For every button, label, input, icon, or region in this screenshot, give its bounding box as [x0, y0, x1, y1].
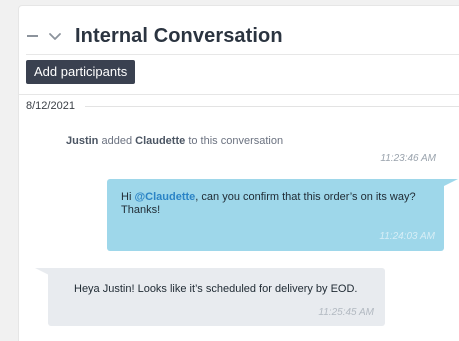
message-prefix: Hi: [121, 191, 135, 203]
date-divider-line: [84, 106, 459, 107]
message-bubble-incoming: Heya Justin! Looks like it’s scheduled f…: [48, 268, 385, 326]
header-divider: [26, 54, 459, 55]
system-actor: Justin: [66, 135, 99, 147]
mention-link[interactable]: @Claudette: [134, 191, 195, 203]
message-bubble-outgoing: Hi @Claudette, can you confirm that this…: [107, 179, 444, 251]
add-participants-button[interactable]: Add participants: [26, 60, 136, 84]
system-verb: added: [101, 135, 133, 147]
system-timestamp: 11:23:46 AM: [380, 153, 436, 164]
page: Internal Conversation Add participants 8…: [0, 0, 459, 341]
date-label: 8/12/2021: [26, 100, 75, 112]
page-title: Internal Conversation: [75, 24, 283, 47]
message-timestamp: 11:24:03 AM: [379, 231, 435, 242]
message-text: Heya Justin! Looks like it’s scheduled f…: [74, 283, 358, 295]
system-tail: to this conversation: [188, 135, 284, 147]
minus-icon[interactable]: [27, 35, 38, 37]
section-divider: [18, 94, 459, 95]
chevron-down-icon[interactable]: [47, 28, 63, 44]
conversation-header: Internal Conversation: [27, 22, 283, 50]
message-timestamp: 11:25:45 AM: [318, 307, 374, 318]
date-separator: 8/12/2021: [26, 98, 459, 114]
system-target: Claudette: [135, 135, 186, 147]
system-message: Justin added Claudette to this conversat…: [66, 135, 446, 164]
